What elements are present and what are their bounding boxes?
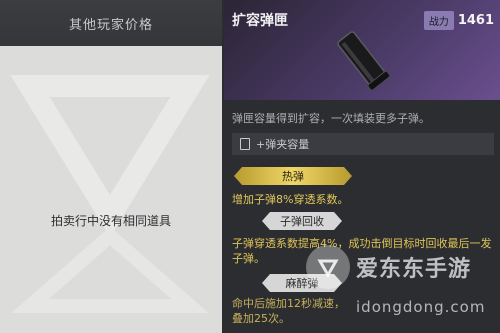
magazine-stat-icon — [240, 138, 250, 150]
site-watermark: 爱东东手游 — [306, 245, 471, 289]
price-list-area: 拍卖行中没有相同道具 — [0, 46, 222, 333]
magazine-icon — [337, 31, 391, 91]
site-name: 爱东东手游 — [356, 257, 472, 282]
power-rating: 战力 1461 — [423, 11, 494, 30]
other-players-price-panel: 其他玩家价格 拍卖行中没有相同道具 — [0, 0, 222, 333]
power-value: 1461 — [457, 13, 494, 28]
perk-tag-bullet-recycle: 子弹回收 — [262, 212, 342, 230]
panel-title: 其他玩家价格 — [0, 0, 222, 46]
perk-effect-tranquilizer: 命中后施加12秒减速，叠加25次。 — [232, 297, 345, 325]
faded-emblem-icon — [10, 75, 210, 313]
item-name: 扩容弹匣 — [232, 13, 288, 29]
item-description: 弹匣容量得到扩容，一次填装更多子弹。 — [232, 112, 430, 125]
perk-effect-hot-bullet: 增加子弹8%穿透系数。 — [232, 193, 349, 206]
site-url: idongdong.com — [356, 298, 486, 316]
no-items-message: 拍卖行中没有相同道具 — [50, 214, 171, 228]
perk-tag-hot-bullet: 热弹 — [234, 167, 352, 185]
power-label: 战力 — [423, 11, 454, 30]
capacity-stat: +弹夹容量 — [232, 133, 494, 155]
item-header: 扩容弹匣 战力 1461 — [224, 0, 500, 100]
site-logo-icon — [306, 245, 350, 289]
capacity-label: +弹夹容量 — [256, 138, 310, 151]
